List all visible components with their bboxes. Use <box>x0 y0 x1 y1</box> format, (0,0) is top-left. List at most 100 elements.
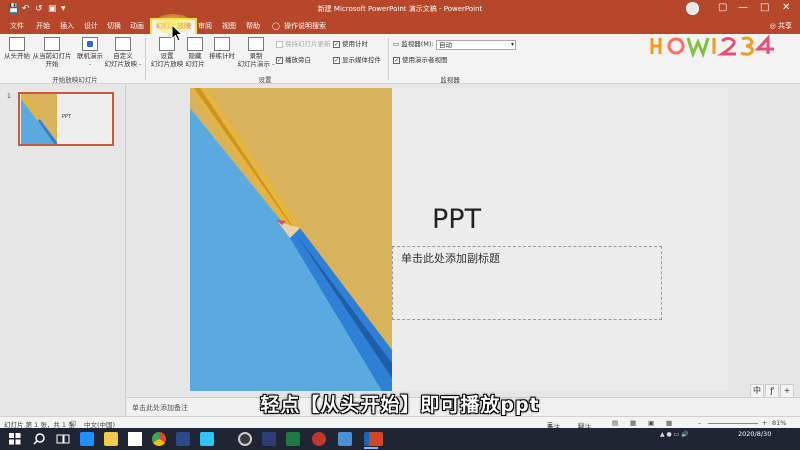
rehearse-timings-button[interactable]: 排练计时 <box>207 37 237 60</box>
group-label-setup: 设置 <box>258 76 272 84</box>
tab-view[interactable]: 视图 <box>222 18 236 34</box>
custom-slideshow-button[interactable]: 自定义 幻灯片放映 - <box>103 37 143 68</box>
hide-label-2: 幻灯片 <box>185 60 205 68</box>
tab-review[interactable]: 审阅 <box>198 18 212 34</box>
mouse-pointer-icon <box>171 24 183 42</box>
ribbon-tabs: 文件 开始 插入 设计 切换 动画 幻灯片放映 审阅 视图 帮助 ◯ 操作说明搜… <box>0 18 800 34</box>
lightbulb-icon: ◯ <box>272 22 280 30</box>
monitor-select-value: 自动 <box>439 41 452 49</box>
hide-slide-button[interactable]: 隐藏 幻灯片 <box>184 37 206 68</box>
from-beginning-label: 从头开始 <box>4 52 30 60</box>
group-label-monitors: 监视器 <box>440 76 460 84</box>
from-beginning-button[interactable]: 从头开始 <box>4 37 30 60</box>
setup-label-1: 设置 <box>160 52 174 60</box>
file-explorer-icon[interactable] <box>104 432 118 446</box>
search-icon[interactable] <box>32 432 46 446</box>
minimize-icon[interactable]: — <box>738 2 748 14</box>
keep-updated-label: 保持幻灯片更新 <box>285 40 331 48</box>
play-narrations-checkbox[interactable]: ✓ 播放旁白 <box>276 56 311 65</box>
share-button[interactable]: ◎ 共享 <box>770 18 792 34</box>
task-view-icon[interactable] <box>56 432 70 446</box>
clock-date: 2020/8/30 <box>738 430 772 438</box>
slideshow-current-icon <box>44 37 60 51</box>
show-media-controls-checkbox[interactable]: ✓ 显示媒体控件 <box>333 56 381 65</box>
from-current-label-1: 从当前幻灯片 <box>32 52 72 60</box>
hide-label-1: 隐藏 <box>188 52 202 60</box>
windows-start-icon[interactable] <box>8 432 22 446</box>
subtitle-placeholder[interactable]: 单击此处添加副标题 <box>392 246 662 320</box>
presenter-view-checkbox[interactable]: ✓ 使用演示者视图 <box>393 56 448 65</box>
photoshop-icon[interactable] <box>176 432 190 446</box>
app-icon[interactable] <box>338 432 352 446</box>
zoom-out-icon[interactable]: – <box>698 419 701 427</box>
keep-updated-checkbox[interactable]: 保持幻灯片更新 <box>276 40 331 49</box>
record-slideshow-button[interactable]: 录制 幻灯片演示 - <box>236 37 276 68</box>
zoom-level[interactable]: 81% <box>772 419 786 427</box>
subtitle-placeholder-text: 单击此处添加副标题 <box>401 252 500 265</box>
record-icon <box>248 37 264 51</box>
share-icon: ◎ <box>769 22 778 30</box>
window-title: 新建 Microsoft PowerPoint 演示文稿 - PowerPoin… <box>317 5 483 13</box>
zoom-slider[interactable] <box>708 423 758 424</box>
tab-animations[interactable]: 动画 <box>130 18 144 34</box>
tab-design[interactable]: 设计 <box>84 18 98 34</box>
excel-icon[interactable] <box>286 432 300 446</box>
tell-me-search[interactable]: 操作说明搜索 <box>284 18 326 34</box>
clock[interactable]: 2020/8/30 <box>738 430 771 439</box>
ribbon-separator <box>145 38 146 80</box>
slide-thumbnail[interactable]: PPT <box>18 92 114 146</box>
maximize-icon[interactable]: □ <box>760 2 769 14</box>
chrome-icon[interactable] <box>152 432 166 446</box>
monitor-select[interactable]: 自动 ▾ <box>436 40 516 50</box>
chevron-down-icon: ▾ <box>510 41 514 48</box>
ribbon-display-options-icon[interactable]: ▢ <box>718 2 727 14</box>
thumbnail-photo <box>21 94 57 144</box>
present-online-button[interactable]: 联机演示 - <box>75 37 105 68</box>
slide-canvas[interactable]: PPT 单击此处添加副标题 <box>190 88 728 391</box>
custom-slideshow-icon <box>115 37 131 51</box>
custom-slideshow-label-2: 幻灯片放映 - <box>104 60 142 68</box>
reading-view-icon[interactable]: ▣ <box>648 419 654 427</box>
use-timings-label: 使用计时 <box>342 40 368 48</box>
ribbon-separator <box>388 38 389 80</box>
system-tray[interactable]: ▲ ● ▭ 🔊 <box>660 431 689 438</box>
status-bar: 幻灯片 第 1 张，共 1 张 □ 中文(中国) ☰ 备注 □ 批注 ▤ ▦ ▣… <box>0 416 800 431</box>
show-media-label: 显示媒体控件 <box>342 56 381 64</box>
tab-home[interactable]: 开始 <box>36 18 50 34</box>
video-caption: 轻点【从头开始】即可播放ppt <box>260 394 540 416</box>
monitor-icon: ▭ <box>393 40 402 48</box>
zoom-in-icon[interactable]: + <box>762 419 767 427</box>
logo-graphic <box>650 34 774 59</box>
record-icon[interactable] <box>312 432 326 446</box>
app-icon[interactable] <box>262 432 276 446</box>
obs-icon[interactable] <box>238 432 252 446</box>
from-current-label-2: 开始 <box>45 60 59 68</box>
pencils-photo[interactable] <box>190 88 392 391</box>
tab-insert[interactable]: 插入 <box>60 18 74 34</box>
slide-sorter-icon[interactable]: ▦ <box>630 419 636 427</box>
edge-icon[interactable] <box>80 432 94 446</box>
thumbnail-title: PPT <box>62 114 72 120</box>
share-label: 共享 <box>778 22 792 30</box>
tab-file[interactable]: 文件 <box>10 18 24 34</box>
windows-taskbar: ▲ ● ▭ 🔊 2020/8/30 <box>0 428 800 450</box>
from-current-slide-button[interactable]: 从当前幻灯片 开始 <box>32 37 72 68</box>
slide-title[interactable]: PPT <box>432 204 481 235</box>
app-icon[interactable] <box>200 432 214 446</box>
hide-slide-icon <box>187 37 203 51</box>
powerpoint-icon[interactable] <box>369 432 383 446</box>
record-label-2: 幻灯片演示 - <box>237 60 275 68</box>
play-narrations-label: 播放旁白 <box>285 56 311 64</box>
spellcheck-icon[interactable]: □ <box>70 419 76 427</box>
tab-help[interactable]: 帮助 <box>246 18 260 34</box>
stopwatch-icon <box>214 37 230 51</box>
tab-transitions[interactable]: 切换 <box>107 18 121 34</box>
custom-slideshow-label-1: 自定义 <box>113 52 133 60</box>
use-timings-checkbox[interactable]: ✓ 使用计时 <box>333 40 368 49</box>
normal-view-icon[interactable]: ▤ <box>612 419 618 427</box>
slideshow-view-icon[interactable]: ▩ <box>666 419 672 427</box>
record-label-1: 录制 <box>249 52 263 60</box>
close-icon[interactable]: ✕ <box>782 2 790 14</box>
notes-app-icon[interactable] <box>128 432 142 446</box>
account-avatar-icon[interactable] <box>686 2 699 15</box>
